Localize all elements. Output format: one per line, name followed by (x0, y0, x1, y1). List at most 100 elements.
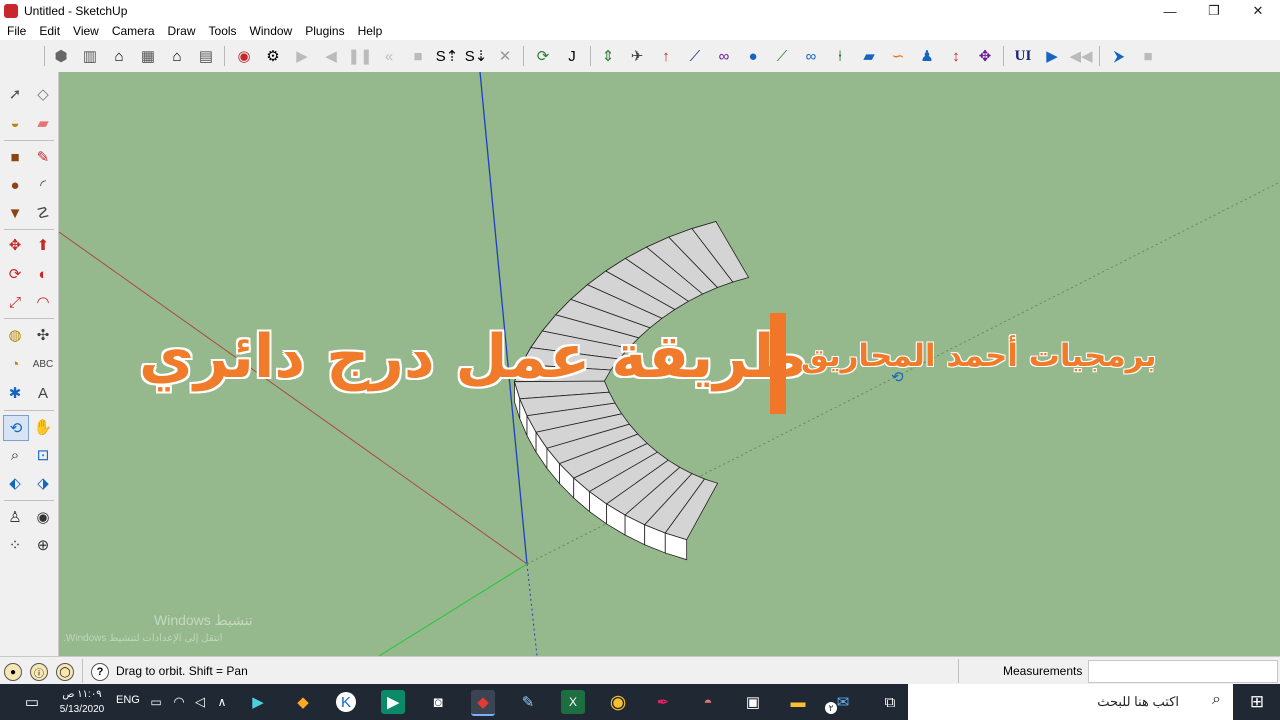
curl-icon[interactable]: ∽ (887, 45, 909, 67)
draw-app-icon[interactable]: ✎ (516, 690, 540, 714)
move-icon[interactable]: ✥ (3, 233, 27, 257)
figure-icon[interactable]: ♟ (916, 45, 938, 67)
eraser-shape-icon[interactable]: ◇ (31, 82, 55, 106)
menu-camera[interactable]: Camera (112, 24, 155, 38)
close-x-icon[interactable]: ✕ (494, 45, 516, 67)
record-icon[interactable]: ◉ (233, 45, 255, 67)
chrome-icon[interactable]: ◉ (606, 690, 630, 714)
draw-line-icon[interactable]: ⟋ (771, 45, 793, 67)
walk-camera-icon[interactable]: ⚙ (262, 45, 284, 67)
s-down-icon[interactable]: S⇣ (465, 45, 488, 67)
rotate-cycle-icon[interactable]: ⟳ (532, 45, 554, 67)
front-view-icon[interactable]: ▥ (79, 45, 101, 67)
dimension-icon[interactable]: ✣ (31, 323, 55, 347)
section-icon[interactable]: ⊕ (31, 533, 55, 557)
clock[interactable]: ١١:٠٩ ص 5/13/2020 (54, 687, 110, 717)
pause-icon[interactable]: ❚❚ (347, 45, 372, 67)
sphere-icon[interactable]: ● (742, 45, 764, 67)
axes-icon[interactable]: ✱ (3, 381, 27, 405)
eraser-icon[interactable]: ▰ (31, 111, 55, 135)
position-camera-icon[interactable]: ♙ (3, 505, 27, 529)
home-view-icon[interactable]: ⌂ (108, 45, 130, 67)
volume-icon[interactable]: ◁ (188, 690, 212, 714)
menu-draw[interactable]: Draw (168, 24, 196, 38)
cursor-flag-icon[interactable]: ⮞ (1108, 45, 1130, 67)
protractor-icon[interactable]: ◔ (3, 352, 27, 376)
sketchup-taskbar-icon[interactable]: ◆ (471, 690, 495, 716)
walk-icon[interactable]: ⁘ (3, 533, 27, 557)
excel-icon[interactable]: X (561, 690, 585, 714)
pin-icon[interactable]: ⍿ (829, 45, 851, 67)
push-pull-icon[interactable]: ⬆ (31, 233, 55, 257)
step-back-icon[interactable]: ◀ (320, 45, 342, 67)
gear-move-icon[interactable]: ✥ (974, 45, 996, 67)
drawing-viewport[interactable]: طريقة عمل درج دائري برمجيات أحمد المحاري… (59, 72, 1280, 656)
geo-location-icon[interactable]: ● (4, 663, 22, 681)
arrow-up-icon[interactable]: ↑ (655, 45, 677, 67)
select-icon[interactable]: ➚ (3, 82, 27, 106)
pan-icon[interactable]: ✋ (31, 415, 55, 439)
tape-measure-icon[interactable]: ◍ (3, 323, 27, 347)
s-up-icon[interactable]: S⇡ (436, 45, 459, 67)
app-arrow-icon[interactable]: ▶ (246, 690, 270, 714)
credits-icon[interactable]: ⓘ (30, 663, 48, 681)
stop-icon[interactable]: ■ (407, 45, 429, 67)
user-icon[interactable]: ◯ (56, 663, 74, 681)
menu-tools[interactable]: Tools (209, 24, 237, 38)
double-arrow-icon[interactable]: ↕ (945, 45, 967, 67)
menu-file[interactable]: File (7, 24, 26, 38)
paint-bucket-icon[interactable]: ◒ (3, 111, 27, 135)
text-icon[interactable]: ABC (31, 352, 55, 376)
stop-square-icon[interactable]: ■ (1137, 45, 1159, 67)
scale-icon[interactable]: ⤢ (3, 290, 27, 314)
task-view-icon[interactable]: ⧉ (878, 690, 902, 714)
rotate-icon[interactable]: ⟳ (3, 262, 27, 286)
rewind-icon[interactable]: « (378, 45, 400, 67)
arc-icon[interactable]: ◜ (31, 173, 55, 197)
battery-icon[interactable]: ▭ (144, 690, 168, 714)
offset-icon[interactable]: ◠ (31, 290, 55, 314)
zoom-extents-icon[interactable]: ⬖ (3, 471, 27, 495)
ui-icon[interactable]: UI (1012, 45, 1034, 67)
menu-plugins[interactable]: Plugins (305, 24, 344, 38)
loop-icon[interactable]: ∞ (800, 45, 822, 67)
forward-icon[interactable]: ▶ (1041, 45, 1063, 67)
menu-help[interactable]: Help (358, 24, 383, 38)
k-app-icon[interactable]: K (336, 692, 356, 712)
rectangle-icon[interactable]: ■ (3, 145, 27, 169)
action-center-icon[interactable]: ▭ (20, 690, 44, 714)
fox-app-icon[interactable]: ◆ (291, 690, 315, 714)
plane-icon[interactable]: ✈ (626, 45, 648, 67)
store-icon[interactable]: ▣ (741, 690, 765, 714)
pencil-icon[interactable]: ✎ (31, 145, 55, 169)
play-icon[interactable]: ▶ (291, 45, 313, 67)
camera-app-icon[interactable]: ◙ (426, 690, 450, 714)
link-icon[interactable]: ∞ (713, 45, 735, 67)
paint-app-icon[interactable]: ✒ (651, 690, 675, 714)
right-view-icon[interactable]: ▦ (137, 45, 159, 67)
measurements-input[interactable] (1088, 660, 1278, 683)
menu-view[interactable]: View (73, 24, 99, 38)
back-view-icon[interactable]: ▤ (195, 45, 217, 67)
palette-app-icon[interactable]: ◓ (696, 690, 720, 714)
previous-icon[interactable]: ⬗ (31, 471, 55, 495)
look-around-icon[interactable]: ◉ (31, 505, 55, 529)
orbit-icon[interactable]: ⟲ (3, 415, 29, 441)
menu-edit[interactable]: Edit (39, 24, 60, 38)
iso-view-icon[interactable]: ⬢ (50, 45, 72, 67)
camtasia-icon[interactable]: ▶ (381, 690, 405, 714)
fast-back-icon[interactable]: ◀◀ (1069, 45, 1092, 67)
help-icon[interactable]: ? (91, 663, 109, 681)
circle-icon[interactable]: ● (3, 173, 27, 197)
minimize-button[interactable]: — (1148, 0, 1192, 22)
follow-me-icon[interactable]: ◐ (31, 262, 55, 286)
zoom-icon[interactable]: ⌕ (3, 443, 27, 467)
file-explorer-icon[interactable]: ▬ (786, 690, 810, 714)
restore-button[interactable]: ❐ (1192, 0, 1236, 22)
curve-j-icon[interactable]: J (561, 45, 583, 67)
close-button[interactable]: ✕ (1236, 0, 1280, 22)
language-indicator[interactable]: ENG (116, 694, 140, 706)
windows-start-icon[interactable]: ⊞ (1245, 690, 1269, 714)
3d-text-icon[interactable]: A (31, 381, 55, 405)
chevron-up-icon[interactable]: ∧ (210, 690, 234, 714)
